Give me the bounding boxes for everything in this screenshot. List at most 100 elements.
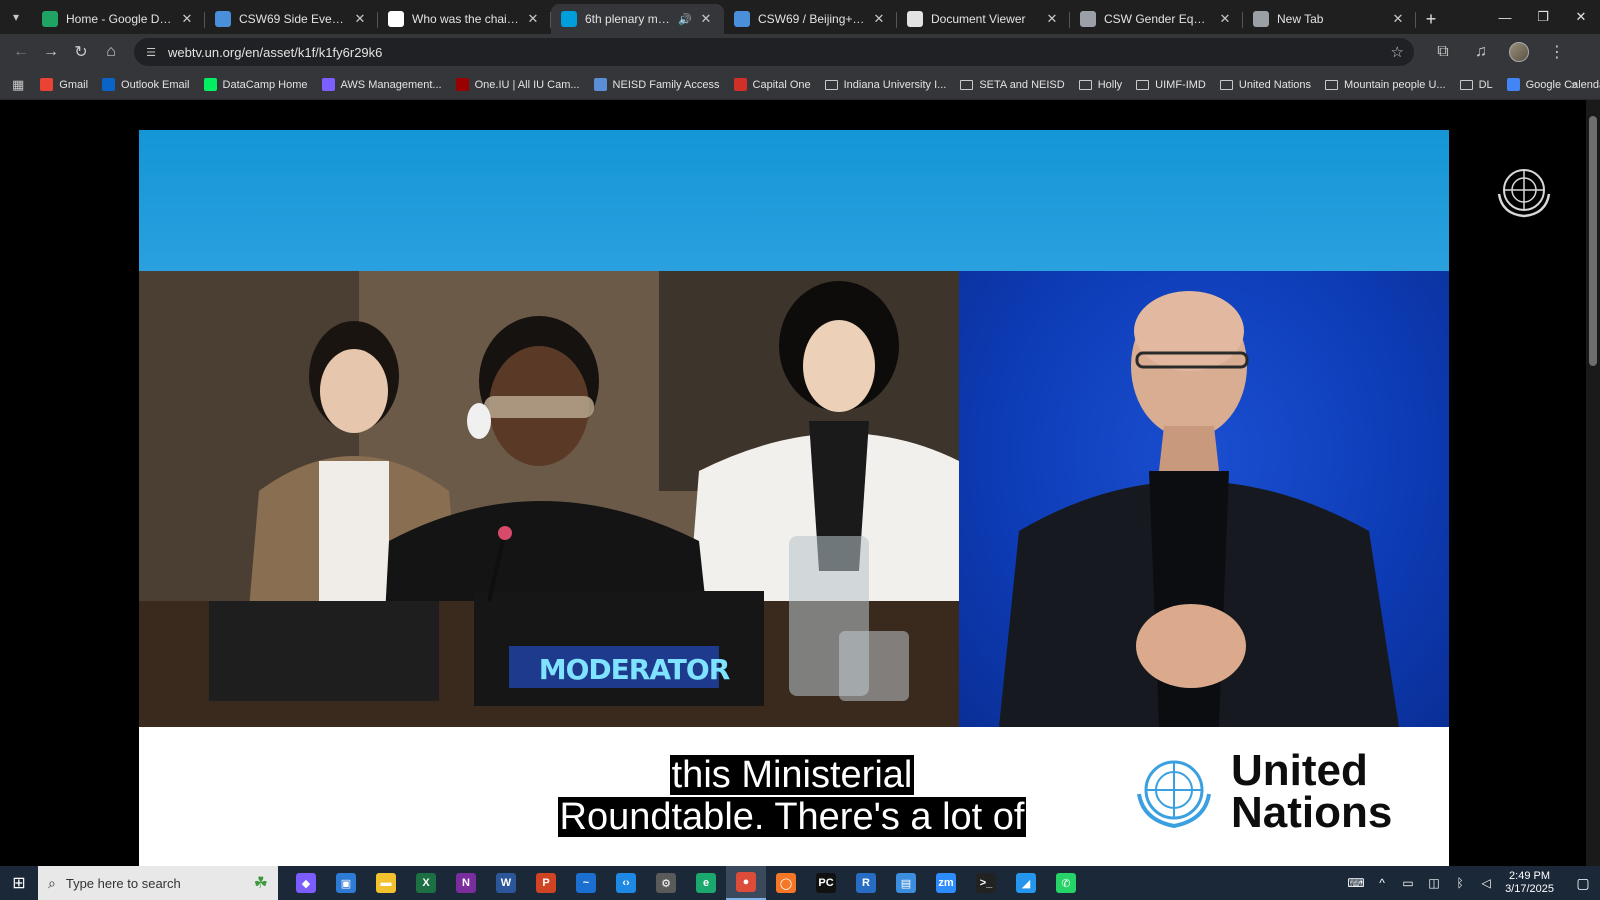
bookmark-item[interactable]: Indiana University I... <box>824 78 946 91</box>
close-tab-icon[interactable]: ✕ <box>1044 11 1060 27</box>
tab-7[interactable]: New Tab ✕ <box>1243 4 1416 34</box>
whatsapp-icon[interactable]: ✆ <box>1046 866 1086 900</box>
home-icon[interactable]: ⌂ <box>96 37 126 67</box>
pycharm-icon-glyph: PC <box>816 873 836 893</box>
taskbar-search[interactable]: ⌕ Type here to search ☘ <box>38 866 278 900</box>
address-bar[interactable]: ☰ webtv.un.org/en/asset/k1f/k1fy6r29k6 ☆ <box>134 38 1414 66</box>
video-player[interactable]: MODERATOR this Ministerial Roundtable. T… <box>139 130 1449 866</box>
docker-icon[interactable]: ◢ <box>1006 866 1046 900</box>
show-hidden-icons-icon[interactable]: ^ <box>1369 876 1395 890</box>
tab-1[interactable]: CSW69 Side Event Schedule ✕ <box>205 4 378 34</box>
close-tab-icon[interactable]: ✕ <box>698 11 714 27</box>
pycharm-icon[interactable]: PC <box>806 866 846 900</box>
tab-4[interactable]: CSW69 / Beijing+30 (2025) ✕ <box>724 4 897 34</box>
bookmark-star-icon[interactable]: ☆ <box>1391 43 1404 61</box>
settings-icon[interactable]: ⚙ <box>646 866 686 900</box>
google-icon <box>388 11 404 27</box>
close-tab-icon[interactable]: ✕ <box>179 11 195 27</box>
photos-icon[interactable]: ▤ <box>886 866 926 900</box>
vscode-icon[interactable]: ‹› <box>606 866 646 900</box>
chrome-menu-icon[interactable]: ⋮ <box>1542 37 1572 67</box>
google-sheets-icon <box>734 11 750 27</box>
folder-icon <box>1078 79 1092 90</box>
close-tab-icon[interactable]: ✕ <box>525 11 541 27</box>
bookmark-item[interactable]: NEISD Family Access <box>593 78 720 91</box>
tab-6[interactable]: CSW Gender Equality Sum ✕ <box>1070 4 1243 34</box>
bookmark-item[interactable]: DL <box>1459 78 1493 91</box>
extensions-icon[interactable]: ⧉ <box>1428 37 1458 67</box>
copilot-icon[interactable]: ◆ <box>286 866 326 900</box>
r-icon[interactable]: R <box>846 866 886 900</box>
close-tab-icon[interactable]: ✕ <box>1390 11 1406 27</box>
file-explorer-icon[interactable]: ▬ <box>366 866 406 900</box>
keyboard-icon[interactable]: ⌨ <box>1343 876 1369 890</box>
apps-grid-icon[interactable]: ▦ <box>12 77 24 93</box>
bookmark-item[interactable]: Holly <box>1078 78 1123 91</box>
tab-search-chevron-icon[interactable]: ▾ <box>0 0 32 34</box>
bluetooth-icon[interactable]: ᛒ <box>1447 876 1473 890</box>
excel-icon[interactable]: X <box>406 866 446 900</box>
bookmark-label: SETA and NEISD <box>979 78 1065 91</box>
minimize-icon[interactable]: — <box>1486 0 1524 34</box>
tab-5[interactable]: Document Viewer ✕ <box>897 4 1070 34</box>
bookmark-item[interactable]: Capital One <box>733 78 811 91</box>
close-tab-icon[interactable]: ✕ <box>1217 11 1233 27</box>
clock[interactable]: 2:49 PM 3/17/2025 <box>1505 870 1554 896</box>
search-icon: ⌕ <box>48 874 56 891</box>
bookmark-label: DL <box>1478 78 1493 91</box>
page-scrollbar[interactable] <box>1586 100 1600 866</box>
close-window-icon[interactable]: ✕ <box>1562 0 1600 34</box>
bookmark-label: NEISD Family Access <box>612 78 720 91</box>
more-bookmarks-icon[interactable]: » <box>1571 77 1578 92</box>
jupyter-icon-glyph: ◯ <box>776 873 796 893</box>
terminal-icon[interactable]: >_ <box>966 866 1006 900</box>
window-controls: — ❐ ✕ <box>1486 0 1600 34</box>
tab-2[interactable]: Who was the chair of the ✕ <box>378 4 551 34</box>
folder-icon <box>824 79 838 90</box>
powerpoint-icon[interactable]: P <box>526 866 566 900</box>
bookmark-item[interactable]: UIMF-IMD <box>1136 78 1206 91</box>
system-tray: ⌨ ^ ▭ ◫ ᛒ ◁ 2:49 PM 3/17/2025 ▢ <box>1343 866 1600 900</box>
whiteboard-icon[interactable]: ~ <box>566 866 606 900</box>
back-icon[interactable]: ← <box>6 37 36 67</box>
bookmark-item[interactable]: Outlook Email <box>102 78 190 91</box>
bookmark-item[interactable]: SETA and NEISD <box>960 78 1065 91</box>
bookmark-item[interactable]: Mountain people U... <box>1325 78 1446 91</box>
store-icon[interactable]: ▣ <box>326 866 366 900</box>
tab-3[interactable]: 6th plenary meeting -🔊 ✕ <box>551 4 724 34</box>
media-controls-icon[interactable]: ♫ <box>1466 37 1496 67</box>
scrollbar-thumb[interactable] <box>1589 116 1597 366</box>
tabs: Home - Google Drive✕CSW69 Side Event Sch… <box>32 0 1416 34</box>
un-logo-line-1: United <box>1231 746 1368 795</box>
jupyter-icon[interactable]: ◯ <box>766 866 806 900</box>
bookmark-item[interactable]: DataCamp Home <box>203 78 308 91</box>
tab-title: CSW Gender Equality Sum <box>1104 12 1211 26</box>
forward-icon[interactable]: → <box>36 37 66 67</box>
bookmark-item[interactable]: Gmail <box>40 78 88 91</box>
volume-icon[interactable]: ◁ <box>1473 876 1499 890</box>
edge-icon[interactable]: e <box>686 866 726 900</box>
windows-start-icon[interactable]: ⊞ <box>0 866 38 900</box>
speaker-icon[interactable]: 🔊 <box>678 13 692 26</box>
restore-icon[interactable]: ❐ <box>1524 0 1562 34</box>
battery-icon[interactable]: ▭ <box>1395 876 1421 890</box>
bookmark-label: Holly <box>1097 78 1123 91</box>
bookmark-item[interactable]: One.IU | All IU Cam... <box>455 78 580 91</box>
bookmark-item[interactable]: AWS Management... <box>321 78 442 91</box>
new-tab-button[interactable]: + <box>1416 4 1446 34</box>
bookmark-item[interactable]: Google Calendar -... <box>1506 78 1600 91</box>
onenote-icon[interactable]: N <box>446 866 486 900</box>
notifications-icon[interactable]: ▢ <box>1566 875 1600 892</box>
close-tab-icon[interactable]: ✕ <box>871 11 887 27</box>
close-tab-icon[interactable]: ✕ <box>352 11 368 27</box>
tab-0[interactable]: Home - Google Drive ✕ <box>32 4 205 34</box>
network-icon[interactable]: ◫ <box>1421 876 1447 890</box>
word-icon[interactable]: W <box>486 866 526 900</box>
site-info-icon[interactable]: ☰ <box>144 45 158 59</box>
bookmark-item[interactable]: United Nations <box>1219 78 1311 91</box>
profile-avatar[interactable] <box>1504 37 1534 67</box>
zoom-icon[interactable]: zm <box>926 866 966 900</box>
bookmark-label: UIMF-IMD <box>1155 78 1206 91</box>
chrome-icon[interactable]: ● <box>726 866 766 900</box>
reload-icon[interactable]: ↻ <box>66 37 96 67</box>
